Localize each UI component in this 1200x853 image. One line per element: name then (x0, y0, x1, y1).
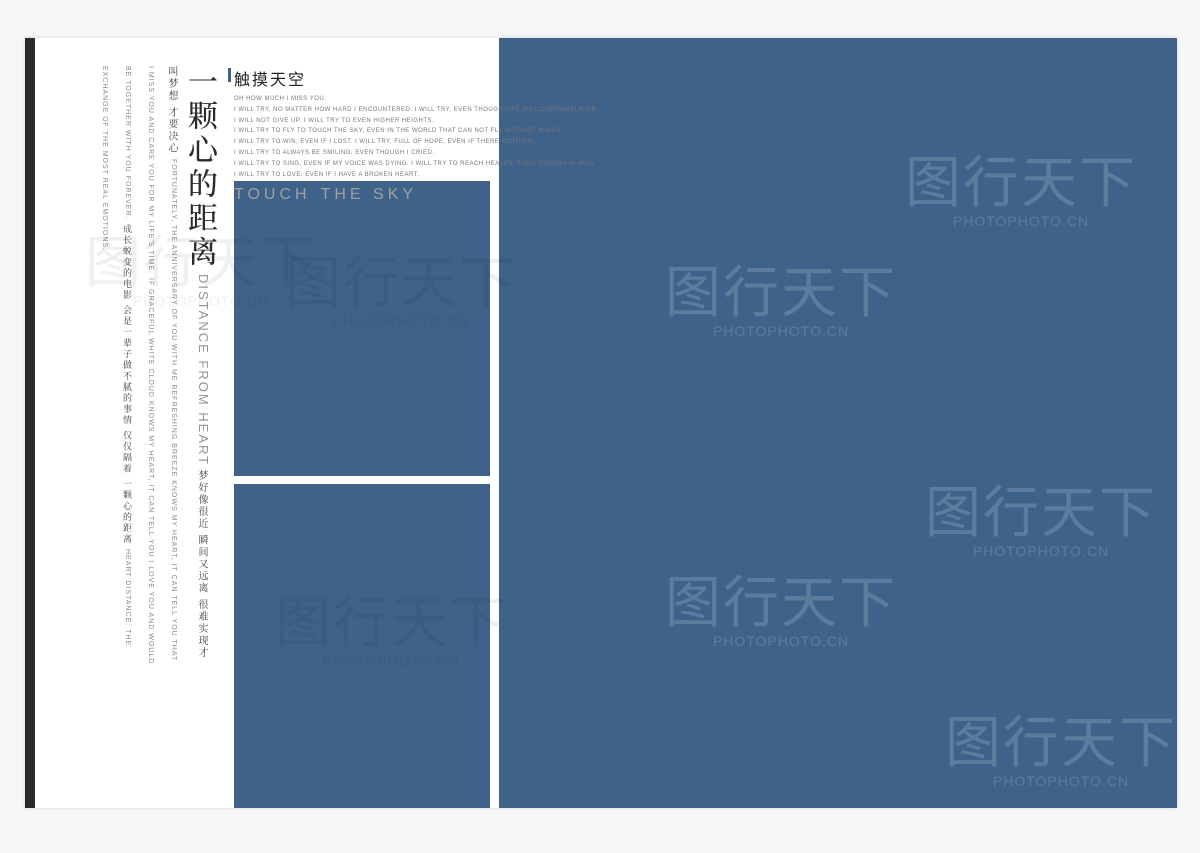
touch-en-2: THE SKY (321, 186, 417, 203)
touch-block: 触摸天空 OH HOW MUCH I MISS YOU. I WILL TRY,… (234, 66, 654, 204)
photo-placeholder-top (234, 181, 490, 476)
touch-line: I WILL TRY TO WIN, EVEN IF I LOST. I WIL… (234, 137, 654, 148)
touch-line: I WILL TRY TO ALWAYS BE SMILING, EVEN TH… (234, 148, 654, 159)
touch-line: I WILL TRY TO FLY TO TOUCH THE SKY, EVEN… (234, 126, 654, 137)
touch-line: I WILL NOT GIVE UP. I WILL TRY TO EVEN H… (234, 116, 654, 127)
touch-line: OH HOW MUCH I MISS YOU. (234, 94, 654, 105)
vertical-title-block: 一颗心的距离 DISTANCE FROM HEART 梦好像很近 瞬间又远离 很… (47, 66, 221, 666)
touch-line: I WILL TRY TO LOVE, EVEN IF I HAVE A BRO… (234, 170, 654, 181)
title-en: DISTANCE FROM HEART (196, 274, 211, 466)
binding-spine (25, 38, 35, 808)
title-cn: 一颗心的距离 (181, 66, 225, 270)
page-spread: 一颗心的距离 DISTANCE FROM HEART 梦好像很近 瞬间又远离 很… (25, 38, 1177, 808)
touch-en-1: TOUCH (234, 186, 311, 203)
touch-title-en: TOUCH THE SKY (234, 186, 654, 204)
touch-title-cn: 触摸天空 (234, 66, 654, 90)
touch-line: I WILL TRY, NO MATTER HOW HARD I ENCOUNT… (234, 105, 654, 116)
accent-bar (228, 68, 231, 82)
footer-cn: 成长蜕变的电影 会是一辈子做不腻的事情 仅仅隔着 一颗心的距离 (121, 224, 134, 545)
touch-line: I WILL TRY TO SING, EVEN IF MY VOICE WAS… (234, 159, 654, 170)
photo-placeholder-bottom (234, 484, 490, 808)
